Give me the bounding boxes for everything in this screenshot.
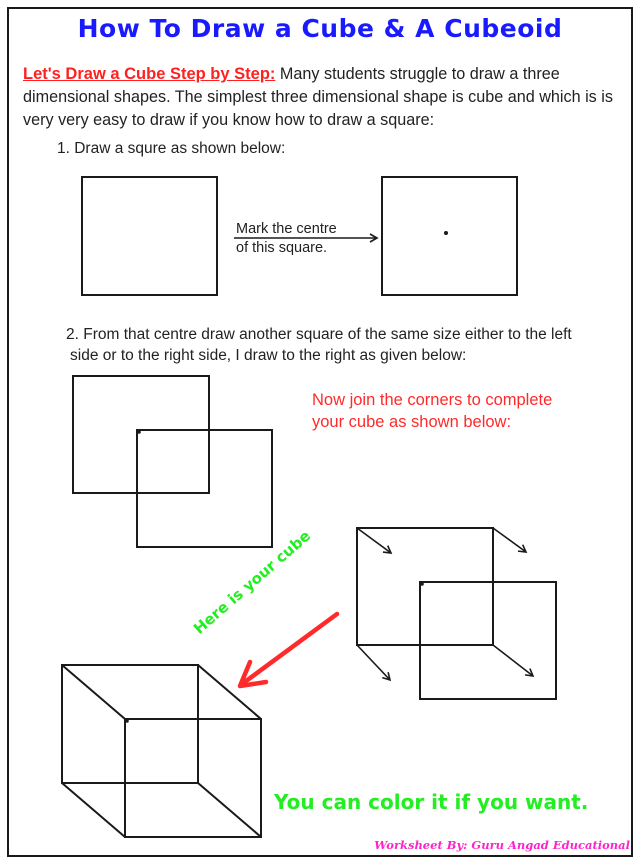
corner-arrow-bottom-left <box>356 644 392 682</box>
step2-square-back <box>136 429 273 548</box>
color-note: You can color it if you want. <box>274 790 589 814</box>
worksheet-credit: Worksheet By: Guru Angad Educational <box>374 838 630 852</box>
corner-arrow-top-left <box>356 527 393 554</box>
final-cube <box>61 664 262 838</box>
step3-square-front <box>356 527 494 646</box>
cube-edge-bottom-left <box>61 782 126 838</box>
centre-dot-cube <box>125 719 129 723</box>
step3-square-back <box>419 581 557 700</box>
cube-edge-top-right <box>197 664 262 720</box>
square-with-centre <box>381 176 518 296</box>
centre-dot-step1 <box>444 231 448 235</box>
step2-square-front <box>72 375 210 494</box>
corner-arrow-top-right <box>492 527 528 553</box>
corner-arrow-bottom-right <box>492 644 535 677</box>
cube-edge-bottom-right <box>197 782 262 838</box>
centre-dot-step2 <box>137 430 141 434</box>
drawings-canvas <box>61 176 557 838</box>
cube-edge-top-left <box>61 664 126 720</box>
square-plain <box>81 176 218 296</box>
red-arrow-icon <box>237 611 340 689</box>
centre-dot-step3 <box>420 582 424 586</box>
